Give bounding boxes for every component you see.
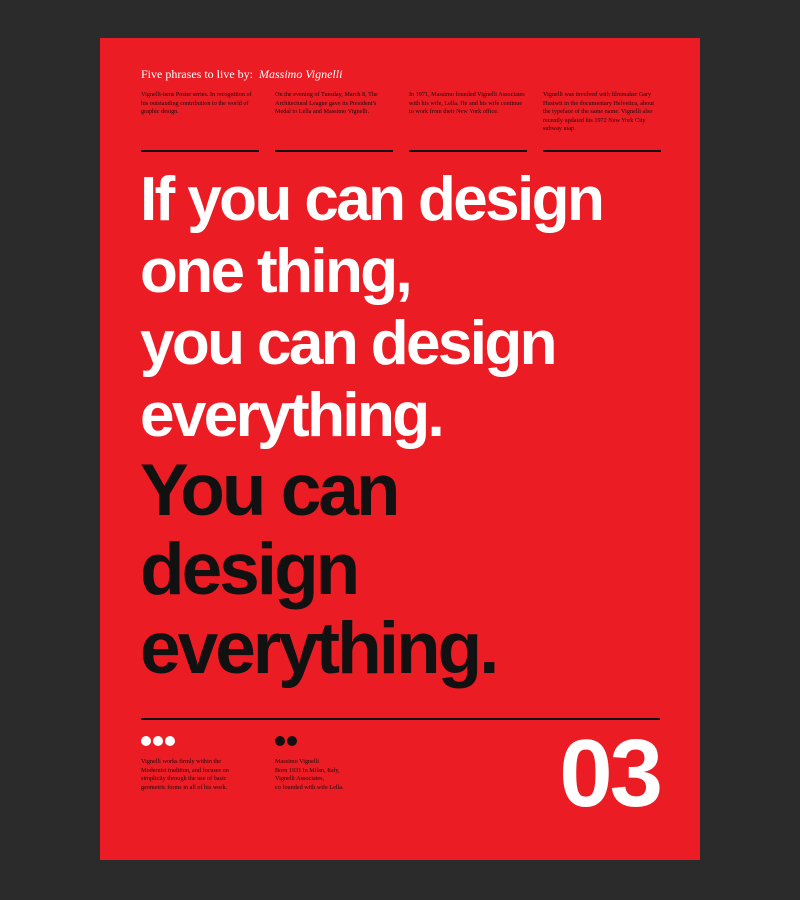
column-divider xyxy=(409,150,527,152)
dot-icon xyxy=(165,736,175,746)
column-divider xyxy=(275,150,393,152)
dot-icon xyxy=(153,736,163,746)
footer-left-line: Vignelli works firmly within the xyxy=(141,758,222,765)
headline-black-line-1: You can xyxy=(140,450,401,531)
info-column-3: In 1971, Massimo founded Vignelli Associ… xyxy=(409,91,525,116)
headline-white-line-2: one thing, xyxy=(140,237,413,306)
dot-icon xyxy=(275,736,285,746)
footer-left-text: Vignelli works firmly within the Moderni… xyxy=(141,758,229,792)
headline-white-line-4: everything. xyxy=(140,381,445,450)
headline-white-line-1: If you can design xyxy=(140,165,605,234)
dot-icon xyxy=(141,736,151,746)
info-column-4: Vignelli was involved with filmmaker Gar… xyxy=(543,91,655,133)
two-dots-icon xyxy=(275,736,297,746)
headline-white-line-3: you can design xyxy=(140,309,558,378)
footer-left-line: geometric forms in all of his work. xyxy=(141,783,228,791)
header-title: Five phrases to live by: xyxy=(141,67,253,81)
footer-bio-text: Massimo Vignelli Born 1931 in Milan, Ita… xyxy=(275,758,344,792)
headline-black-line-2: design xyxy=(140,529,360,610)
header-author: Massimo Vignelli xyxy=(258,67,343,81)
footer-bio-line: co founded with wife Lella. xyxy=(275,783,344,791)
info-column-2: On the evening of Tuesday, March 8, The … xyxy=(275,91,378,116)
footer-bio-line: Born 1931 in Milan, Italy, xyxy=(275,766,340,774)
column-divider xyxy=(543,150,661,152)
three-dots-icon xyxy=(141,736,175,746)
footer-bio-line: Massimo Vignelli xyxy=(275,758,320,765)
headline-black-line-3: everything. xyxy=(140,608,499,689)
info-column-1: Vignelli-isms Poster series. In recognit… xyxy=(141,91,252,116)
footer-left-line: simplicity through the use of basic xyxy=(141,775,227,783)
dot-icon xyxy=(287,736,297,746)
footer-left-line: Modernist tradition, and focuses on xyxy=(141,766,229,774)
column-divider xyxy=(141,150,259,152)
footer-bio-line: Vignelli Associates, xyxy=(275,775,325,783)
poster-header: Five phrases to live by: Massimo Vignelli xyxy=(141,67,342,82)
poster: Five phrases to live by: Massimo Vignelli… xyxy=(100,38,700,860)
poster-number: 03 xyxy=(559,720,663,827)
